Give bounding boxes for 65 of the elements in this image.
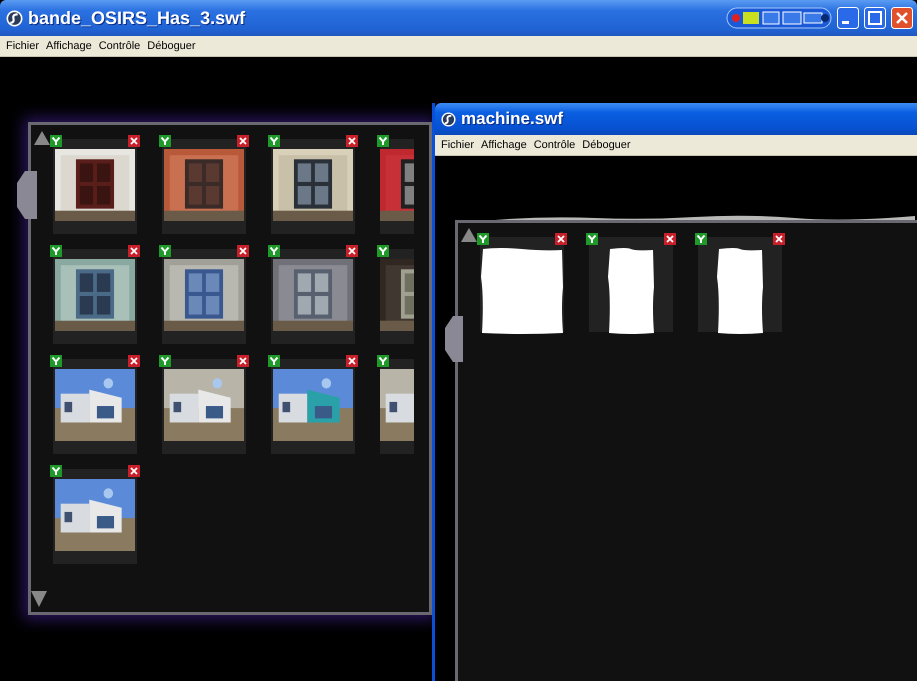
thumbnail-frame[interactable] — [589, 237, 673, 332]
scroll-up-icon[interactable] — [461, 228, 477, 242]
side-handle-icon[interactable] — [17, 171, 37, 219]
close-icon[interactable] — [891, 7, 913, 29]
reject-icon[interactable] — [128, 245, 140, 257]
accept-icon[interactable] — [50, 245, 62, 257]
reject-icon[interactable] — [555, 233, 567, 245]
thumbnail-frame[interactable] — [380, 359, 414, 454]
thumbnail-frame[interactable] — [380, 139, 414, 234]
thumbnail-frame[interactable] — [162, 139, 246, 234]
thumbnail-frame[interactable] — [53, 469, 137, 564]
menu-item[interactable]: Affichage — [481, 139, 527, 151]
menu-item[interactable]: Contrôle — [98, 40, 140, 52]
accept-icon[interactable] — [50, 465, 62, 477]
scroll-up-icon[interactable] — [34, 131, 50, 145]
menu-item[interactable]: Déboguer — [147, 40, 196, 52]
thumbnail-frame[interactable] — [698, 237, 782, 332]
menu-item[interactable]: Fichier — [6, 40, 40, 52]
menu-item[interactable]: Affichage — [46, 40, 92, 52]
menu-item[interactable]: Fichier — [441, 139, 474, 151]
thumbnail-frame[interactable] — [162, 359, 246, 454]
accept-icon[interactable] — [159, 135, 171, 147]
accept-icon[interactable] — [268, 135, 280, 147]
app-icon — [441, 112, 456, 126]
reject-icon[interactable] — [128, 355, 140, 367]
reject-icon[interactable] — [346, 135, 358, 147]
accept-icon[interactable] — [377, 355, 389, 367]
reject-icon[interactable] — [237, 245, 249, 257]
window-title: bande_OSIRS_Has_3.swf — [28, 8, 246, 28]
accept-icon[interactable] — [695, 233, 707, 245]
reject-icon[interactable] — [237, 355, 249, 367]
reject-icon[interactable] — [346, 355, 358, 367]
menu-item[interactable]: Déboguer — [582, 139, 631, 151]
accept-icon[interactable] — [50, 355, 62, 367]
accept-icon[interactable] — [377, 135, 389, 147]
reject-icon[interactable] — [128, 135, 140, 147]
thumbnail-frame[interactable] — [53, 139, 137, 234]
minimize-icon[interactable] — [837, 7, 859, 29]
thumbnail-frame[interactable] — [380, 249, 414, 344]
thumbnail-frame[interactable] — [271, 139, 355, 234]
accept-icon[interactable] — [268, 245, 280, 257]
accept-icon[interactable] — [586, 233, 598, 245]
scroll-down-icon[interactable] — [31, 591, 47, 607]
reject-icon[interactable] — [346, 245, 358, 257]
window-title: machine.swf — [461, 109, 564, 129]
accept-icon[interactable] — [159, 355, 171, 367]
thumbnail-frame[interactable] — [53, 359, 137, 454]
app-icon — [6, 10, 23, 26]
thumbnail-frame[interactable] — [271, 359, 355, 454]
reject-icon[interactable] — [237, 135, 249, 147]
toolbar-widget-icon[interactable] — [726, 7, 832, 29]
thumbnail-frame[interactable] — [162, 249, 246, 344]
maximize-icon[interactable] — [864, 7, 886, 29]
reject-icon[interactable] — [128, 465, 140, 477]
accept-icon[interactable] — [377, 245, 389, 257]
thumbnail-frame[interactable] — [53, 249, 137, 344]
accept-icon[interactable] — [477, 233, 489, 245]
reject-icon[interactable] — [773, 233, 785, 245]
accept-icon[interactable] — [268, 355, 280, 367]
accept-icon[interactable] — [50, 135, 62, 147]
reject-icon[interactable] — [664, 233, 676, 245]
accept-icon[interactable] — [159, 245, 171, 257]
side-handle-icon[interactable] — [445, 316, 463, 362]
menu-item[interactable]: Contrôle — [534, 139, 576, 151]
thumbnail-frame[interactable] — [271, 249, 355, 344]
